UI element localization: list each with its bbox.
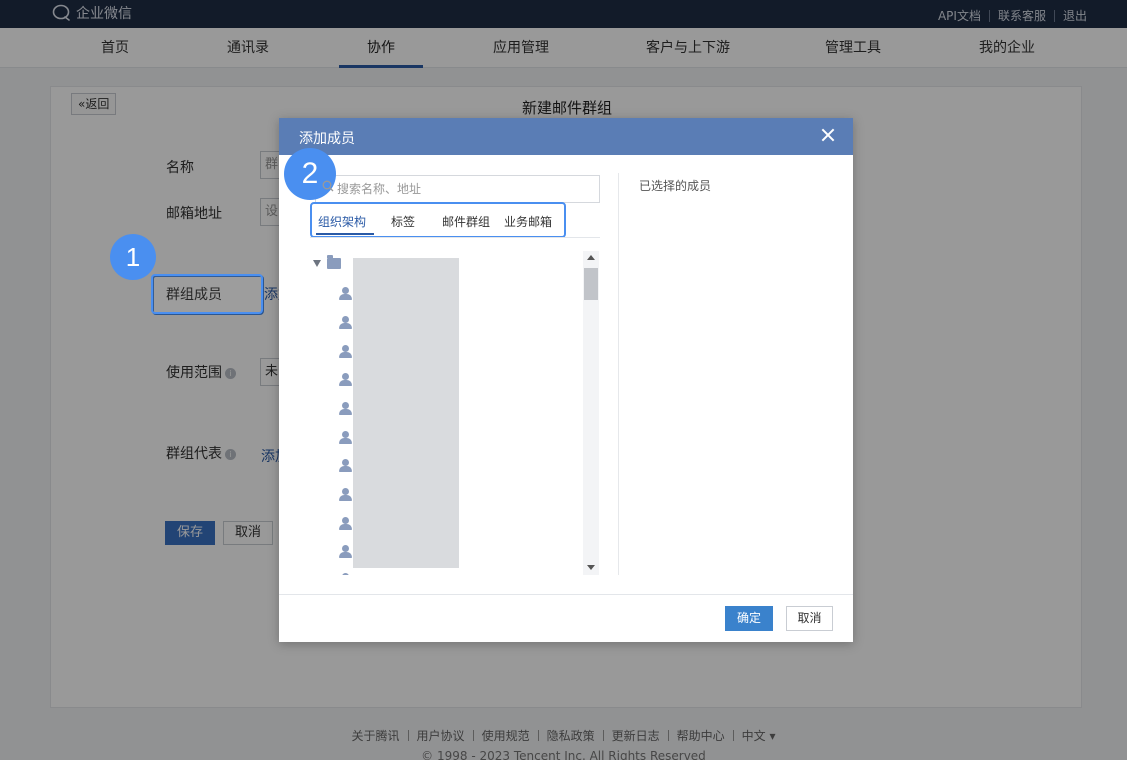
tabs-divider	[310, 237, 600, 238]
person-icon	[339, 488, 352, 502]
person-icon	[339, 545, 352, 559]
caret-down-icon[interactable]	[313, 260, 321, 267]
person-icon	[339, 287, 352, 301]
tree-scrollbar[interactable]	[583, 251, 599, 575]
redacted-member-names	[353, 258, 459, 568]
tab-business-mailbox[interactable]: 业务邮箱	[504, 213, 552, 230]
panel-divider	[618, 173, 619, 575]
add-members-dialog: 添加成员 搜索名称、地址 组织架构 标签 邮件群组 业务邮箱 已选择的成员 确定…	[279, 118, 853, 642]
person-icon	[339, 316, 352, 330]
confirm-button[interactable]: 确定	[725, 606, 773, 631]
dialog-footer-divider	[279, 594, 853, 595]
active-tab-indicator	[316, 233, 374, 235]
step-badge-1: 1	[110, 234, 156, 280]
dialog-title: 添加成员	[299, 131, 355, 147]
person-icon	[339, 573, 352, 575]
scroll-thumb[interactable]	[584, 268, 598, 300]
search-icon	[322, 180, 334, 192]
person-icon	[339, 345, 352, 359]
org-tree	[309, 255, 599, 575]
tab-tags[interactable]: 标签	[391, 213, 415, 230]
person-icon	[339, 431, 352, 445]
person-icon	[339, 373, 352, 387]
dialog-cancel-button[interactable]: 取消	[786, 606, 833, 631]
member-search-input[interactable]: 搜索名称、地址	[315, 175, 600, 203]
tab-org-structure[interactable]: 组织架构	[318, 213, 366, 230]
member-source-tabs: 组织架构 标签 邮件群组 业务邮箱	[310, 202, 566, 238]
tree-root-node[interactable]	[313, 255, 341, 269]
person-icon	[339, 459, 352, 473]
close-icon[interactable]	[819, 126, 837, 144]
person-icon	[339, 402, 352, 416]
tab-mail-groups[interactable]: 邮件群组	[442, 213, 490, 230]
selected-members-title: 已选择的成员	[639, 179, 712, 193]
scroll-down-icon[interactable]	[587, 565, 595, 570]
folder-icon	[327, 255, 341, 269]
scroll-up-icon[interactable]	[587, 255, 595, 260]
members-highlight	[151, 274, 263, 314]
person-icon	[339, 517, 352, 531]
step-badge-2: 2	[284, 148, 336, 200]
dialog-header: 添加成员	[279, 118, 853, 155]
